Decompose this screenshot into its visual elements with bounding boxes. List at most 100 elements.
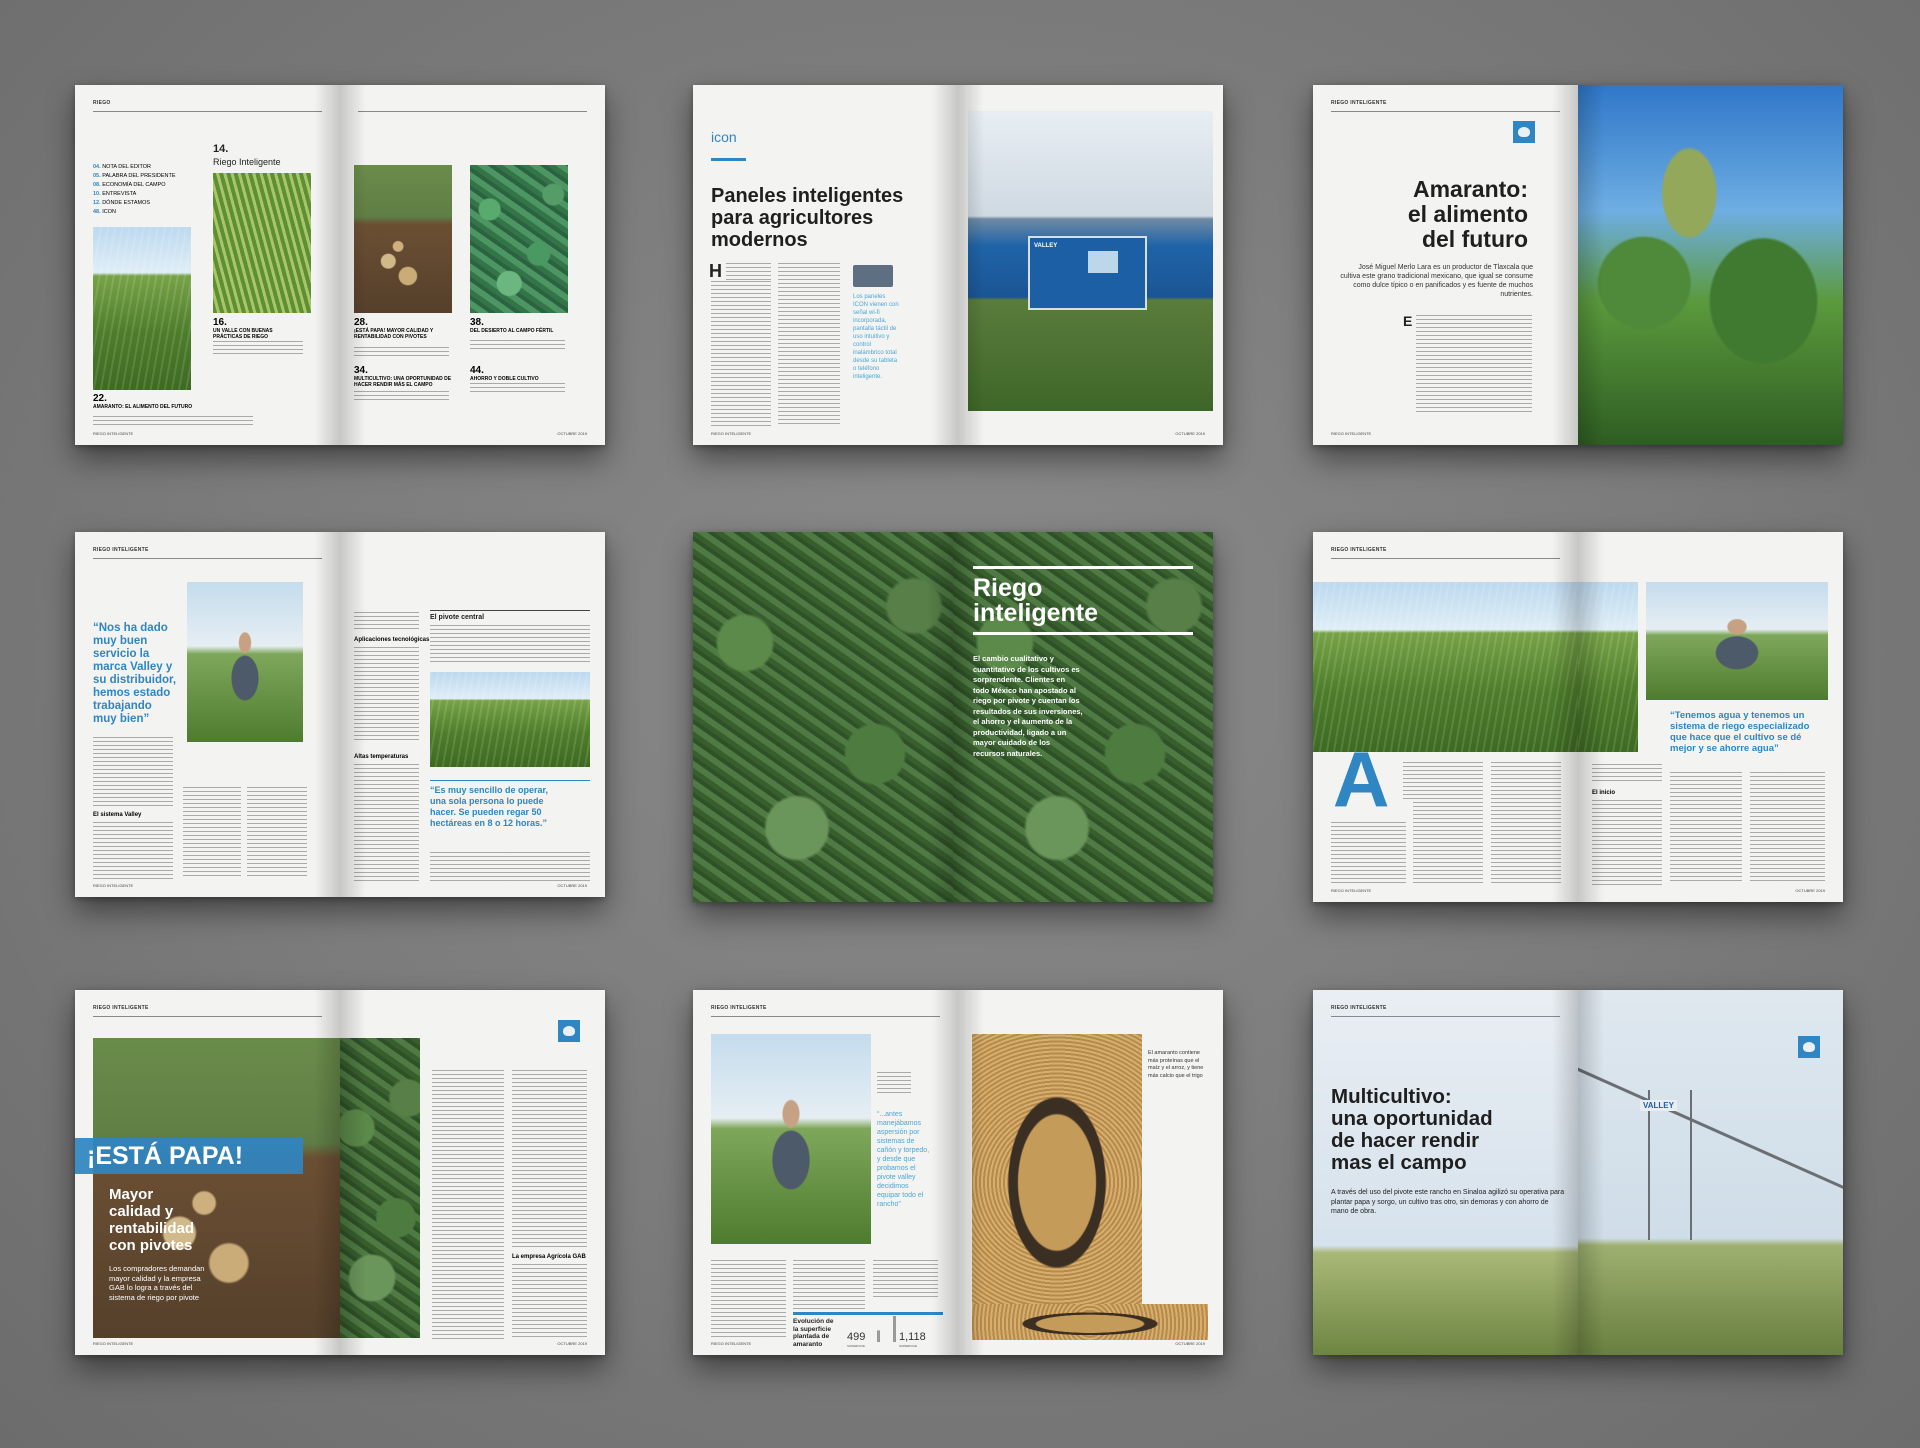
page-footer: OCTUBRE 2019 xyxy=(557,1341,587,1346)
page-footer: RIEGO INTELIGENTE xyxy=(93,883,134,888)
box-text xyxy=(430,625,590,665)
body-column-1c xyxy=(354,764,419,882)
body-column-1 xyxy=(1592,764,1662,784)
page-header: RIEGO INTELIGENTE xyxy=(1331,100,1387,106)
toc-item[interactable]: 10. ENTREVISTA xyxy=(93,190,193,199)
magazine-badge-icon xyxy=(558,1020,580,1042)
toc-entry[interactable]: 16. UN VALLE CON BUENAS PRÁCTICAS DE RIE… xyxy=(213,317,313,340)
body-column-2 xyxy=(1670,772,1742,884)
article-lead: Los compradores demandan mayor calidad y… xyxy=(109,1264,205,1302)
feature-title: Riego Inteligente xyxy=(213,157,281,167)
subhead: Aplicaciones tecnológicas xyxy=(354,637,430,643)
body-column-2 xyxy=(512,1070,587,1250)
toc-item[interactable]: 12. DÓNDE ESTAMOS xyxy=(93,199,193,208)
body-column-3 xyxy=(247,787,307,879)
body-column-1b xyxy=(1592,800,1662,885)
subhead: El sistema Valley xyxy=(93,812,142,818)
page-header: RIEGO INTELIGENTE xyxy=(93,1005,149,1011)
article-title: Multicultivo: una oportunidad de hacer r… xyxy=(1331,1085,1493,1174)
multicultivo-left-page: RIEGO INTELIGENTE Multicultivo: una opor… xyxy=(1313,990,1578,1355)
toc-list: 04. NOTA DEL EDITOR 05. PALABRA DEL PRES… xyxy=(93,163,193,217)
farmer-portrait-photo xyxy=(1646,582,1828,700)
toc-item[interactable]: 08. ECONOMÍA DEL CAMPO xyxy=(93,181,193,190)
amaranth-photo xyxy=(1578,85,1843,445)
subhead: El inicio xyxy=(1592,790,1616,796)
toc-entry[interactable]: 22. AMARANTO: EL ALIMENTO DEL FUTURO xyxy=(93,393,323,410)
page-header: RIEGO INTELIGENTE xyxy=(1331,547,1387,553)
page-footer: OCTUBRE 2019 xyxy=(1795,888,1825,893)
body-text-top xyxy=(1403,762,1483,802)
title-rule-bottom xyxy=(973,632,1193,635)
page-header: RIEGO INTELIGENTE xyxy=(93,547,149,553)
section-label: icon xyxy=(711,129,737,145)
toc-entry[interactable]: 34. MULTICULTIVO: UNA OPORTUNIDAD DE HAC… xyxy=(354,365,464,388)
multicultivo-right-page: VALLEY xyxy=(1578,990,1843,1355)
page-footer: RIEGO INTELIGENTE xyxy=(93,1341,134,1346)
toc-entry[interactable]: 44. AHORRO Y DOBLE CULTIVO xyxy=(470,365,580,382)
toc-item[interactable]: 48. ICON xyxy=(93,208,193,217)
interview-right-page: Aplicaciones tecnológicas Altas temperat… xyxy=(340,532,605,897)
interview-left-page: RIEGO INTELIGENTE “Nos ha dado muy buen … xyxy=(75,532,340,897)
pull-quote: “...antes manejábamos aspersión por sist… xyxy=(877,1111,930,1208)
body-column-2 xyxy=(793,1260,865,1310)
subhead: La empresa Agrícola GAB xyxy=(512,1254,586,1260)
body-text xyxy=(470,383,565,393)
icon-right-page: VALLEY OCTUBRE 2019 xyxy=(958,85,1223,445)
toc-item[interactable]: 05. PALABRA DEL PRESIDENTE xyxy=(93,172,193,181)
spread-icon-panels: icon Paneles inteligentes para agriculto… xyxy=(693,85,1223,445)
amaranto-right-page xyxy=(1578,85,1843,445)
photo-caption xyxy=(877,1072,911,1096)
amaranth-grain-photo-bottom xyxy=(972,1304,1208,1340)
article-lead: A través del uso del pivote este rancho … xyxy=(1331,1189,1565,1215)
body-text xyxy=(354,391,449,401)
drop-cap: A xyxy=(1333,735,1390,823)
body-text xyxy=(470,340,565,350)
spread-water-system: RIEGO INTELIGENTE A RIEGO INTELIGENTE “T… xyxy=(1313,532,1843,902)
grain-photo xyxy=(470,165,568,313)
body-column-2 xyxy=(183,787,241,879)
body-text xyxy=(213,341,303,355)
body-column-3 xyxy=(1750,772,1825,884)
pivot-photo xyxy=(93,227,191,390)
toc-entry[interactable]: 28. ¡ESTÁ PAPA! MAYOR CALIDAD Y RENTABIL… xyxy=(354,317,464,340)
quote-rule xyxy=(430,780,590,781)
toc-item[interactable]: 04. NOTA DEL EDITOR xyxy=(93,163,193,172)
body-column-3 xyxy=(873,1260,938,1298)
spread-riego-opener: Riego inteligente El cambio cualitativo … xyxy=(693,532,1213,902)
opener-right-page: Riego inteligente El cambio cualitativo … xyxy=(953,532,1213,902)
magazine-badge-icon xyxy=(1798,1036,1820,1058)
drop-cap: E xyxy=(1403,313,1413,329)
spread-toc: RIEGO 04. NOTA DEL EDITOR 05. PALABRA DE… xyxy=(75,85,605,445)
papa-right-page: La empresa Agrícola GAB OCTUBRE 2019 xyxy=(340,990,605,1355)
tablet-photo xyxy=(853,265,893,287)
bar-value-label-0: 499 xyxy=(847,1331,865,1343)
body-text xyxy=(1416,315,1532,415)
page-footer: OCTUBRE 2019 xyxy=(557,883,587,888)
toc-entry[interactable]: 38. DEL DESIERTO AL CAMPO FÉRTIL xyxy=(470,317,580,334)
farmer-left-page: RIEGO INTELIGENTE “...antes manejábamos … xyxy=(693,990,958,1355)
pull-quote: “Nos ha dado muy buen servicio la marca … xyxy=(93,622,177,725)
amaranto-left-page: RIEGO INTELIGENTE Amaranto: el alimento … xyxy=(1313,85,1578,445)
side-note: El amaranto contiene más proteínas que e… xyxy=(1148,1050,1204,1079)
bar-axis-label-0: SUPERFICIE xyxy=(847,1344,865,1348)
page-footer: RIEGO INTELIGENTE xyxy=(711,431,752,436)
pull-quote: “Es muy sencillo de operar, una sola per… xyxy=(430,785,549,828)
box-rule xyxy=(430,610,590,611)
body-column-2 xyxy=(778,263,840,426)
brand-logo: VALLEY xyxy=(1034,243,1058,249)
opener-title: Riego inteligente xyxy=(973,574,1099,627)
section-bar xyxy=(711,158,746,161)
surface-bar-chart: 499 1,118 SUPERFICIE SUPERFICIE xyxy=(847,1316,926,1348)
body-column-1 xyxy=(711,281,771,426)
pivot-arm xyxy=(1578,1050,1843,1192)
page-header: RIEGO INTELIGENTE xyxy=(711,1005,767,1011)
opener-left-page xyxy=(693,532,953,902)
page-footer: RIEGO INTELIGENTE xyxy=(1331,431,1372,436)
brand-logo: VALLEY xyxy=(1640,1100,1677,1111)
page-footer: RIEGO INTELIGENTE xyxy=(711,1341,752,1346)
potato-photo xyxy=(354,165,452,313)
chart-title: Evolución de la superficie plantada de a… xyxy=(793,1318,834,1348)
spread-amaranto-farmer: RIEGO INTELIGENTE “...antes manejábamos … xyxy=(693,990,1223,1355)
toc-right-page: 28. ¡ESTÁ PAPA! MAYOR CALIDAD Y RENTABIL… xyxy=(340,85,605,445)
page-footer: OCTUBRE 2019 xyxy=(557,431,587,436)
